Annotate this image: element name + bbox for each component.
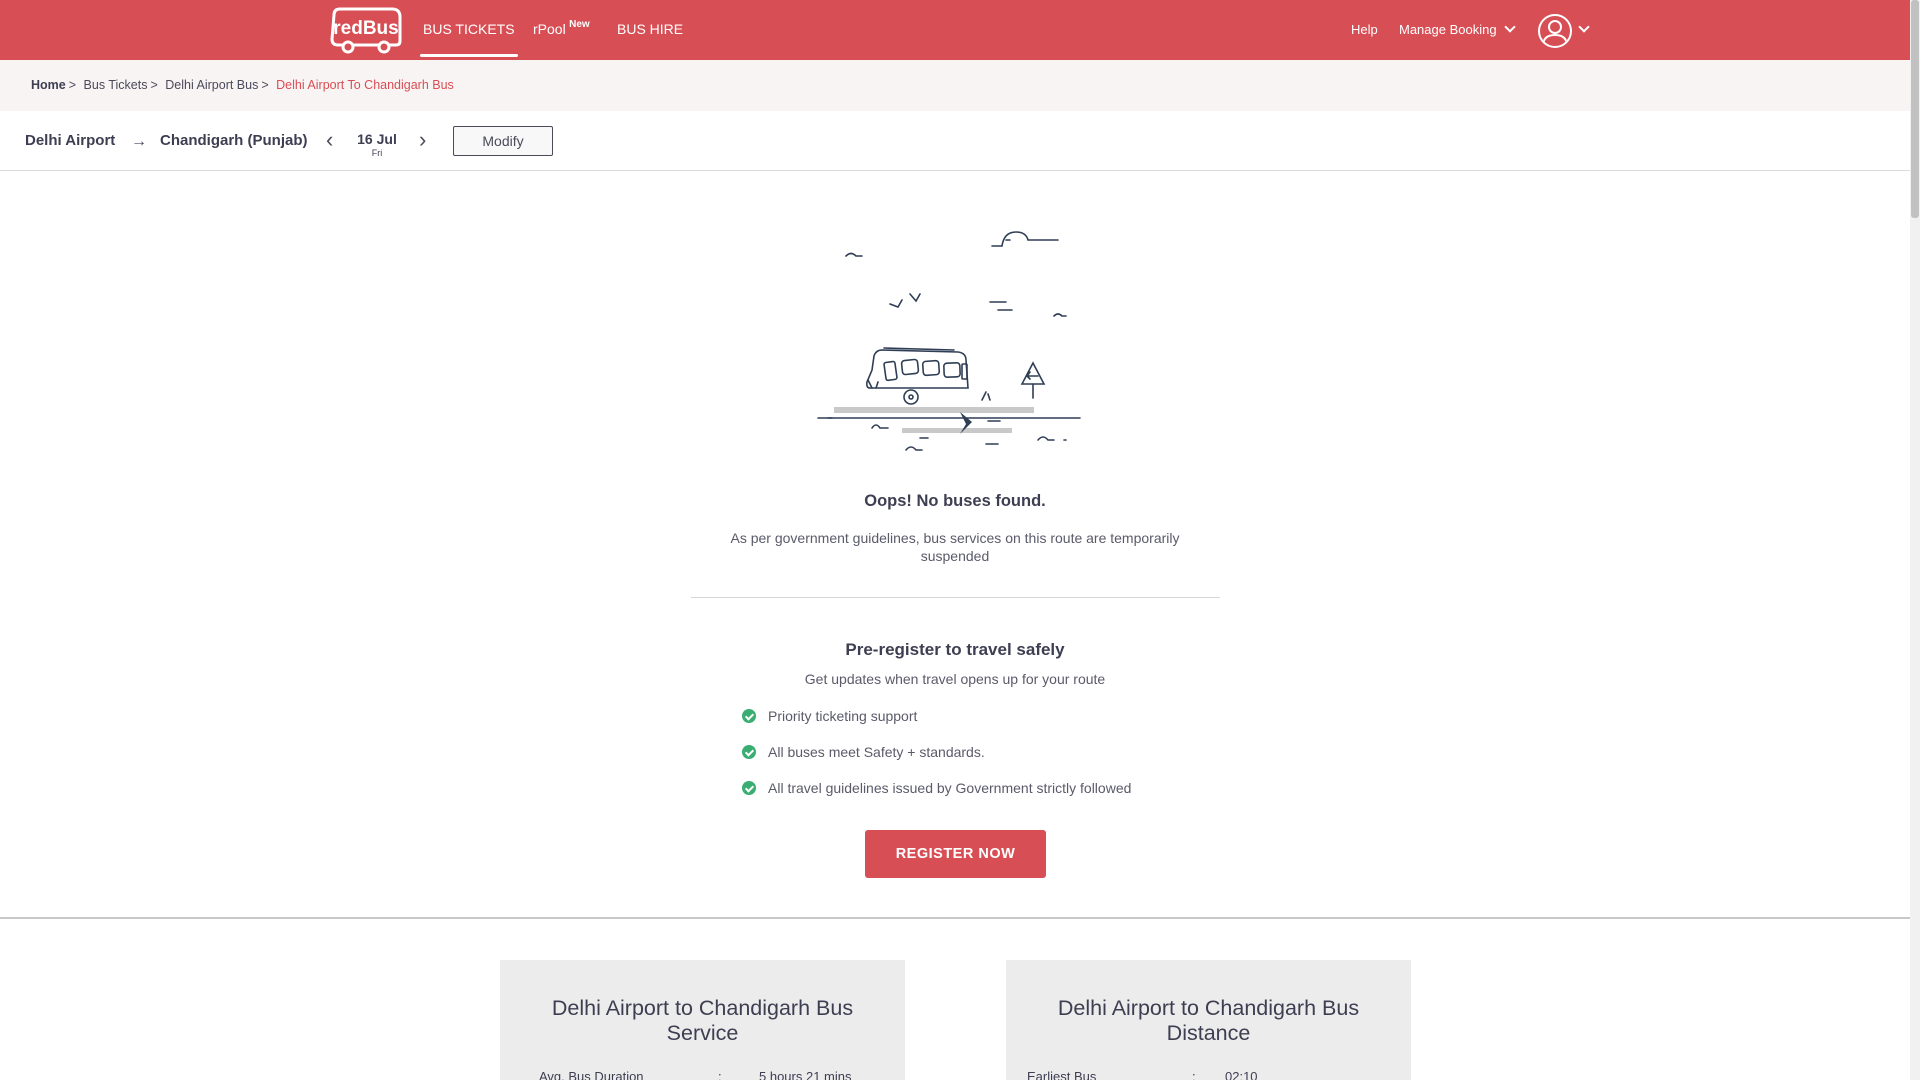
section-divider <box>691 597 1220 598</box>
breadcrumb: Home > Bus Tickets > Delhi Airport Bus > De… <box>31 78 454 92</box>
info-card-service: Delhi Airport to Chandigarh Bus Service … <box>500 960 905 1080</box>
nav-rpool[interactable]: rPool New <box>533 0 590 60</box>
card-title: Delhi Airport to Chandigarh Bus Distance <box>1057 996 1360 1045</box>
empty-state-title: Oops! No buses found. <box>864 492 1046 510</box>
card-row-label: Avg. Bus Duration <box>539 1069 644 1080</box>
profile-icon[interactable] <box>1538 14 1572 48</box>
help-link[interactable]: Help <box>1351 0 1378 60</box>
arrow-right-icon: → <box>131 133 147 150</box>
new-badge: New <box>569 19 590 30</box>
user-silhouette <box>1542 20 1568 46</box>
nav-rpool-label: rPool <box>533 21 566 37</box>
destination-city[interactable]: Chandigarh (Punjab) <box>160 132 308 149</box>
breadcrumb-separator: > <box>68 78 77 92</box>
card-row-value: 02:10 <box>1225 1069 1258 1080</box>
benefit-text: Priority ticketing support <box>768 708 918 724</box>
breadcrumb-home[interactable]: Home <box>31 78 66 92</box>
check-circle-icon <box>742 709 756 723</box>
prev-date-icon[interactable]: ‹ <box>326 129 333 151</box>
logo-text: redBus <box>333 18 398 39</box>
card-row-separator: : <box>718 1069 722 1080</box>
breadcrumb-bar: Home > Bus Tickets > Delhi Airport Bus > De… <box>0 60 1910 111</box>
chevron-down-icon <box>1578 21 1590 33</box>
card-row-separator: : <box>1192 1069 1196 1080</box>
card-title: Delhi Airport to Chandigarh Bus Service <box>551 996 854 1045</box>
breadcrumb-route-city[interactable]: Delhi Airport Bus <box>165 78 258 92</box>
check-circle-icon <box>742 745 756 759</box>
benefit-text: All travel guidelines issued by Governme… <box>768 780 1132 796</box>
breadcrumb-separator: > <box>261 78 269 92</box>
modify-button[interactable]: Modify <box>453 126 553 156</box>
info-card-distance: Delhi Airport to Chandigarh Bus Distance… <box>1006 960 1411 1080</box>
weekday-label: Fri <box>371 148 383 158</box>
travel-date[interactable]: 16 Jul Fri <box>357 131 397 158</box>
check-circle-icon <box>742 781 756 795</box>
page-divider <box>0 917 1910 919</box>
card-row-value: 5 hours 21 mins <box>759 1069 852 1080</box>
benefit-text: All buses meet Safety + standards. <box>768 744 985 760</box>
nav-bus-hire[interactable]: BUS HIRE <box>617 0 683 60</box>
manage-booking-label: Manage Booking <box>1399 22 1497 37</box>
preregister-title: Pre-register to travel safely <box>845 640 1065 659</box>
empty-state-message: As per government guidelines, bus servic… <box>730 530 1180 564</box>
date-label: 16 Jul <box>357 131 397 147</box>
manage-booking-menu[interactable]: Manage Booking <box>1399 0 1516 60</box>
breadcrumb-current: Delhi Airport To Chandigarh Bus <box>276 78 454 92</box>
breadcrumb-separator: > <box>150 78 158 92</box>
chevron-down-icon <box>1503 21 1516 33</box>
redbus-logo[interactable]: redBus <box>326 5 404 55</box>
nav-bus-tickets[interactable]: BUS TICKETS <box>420 0 518 60</box>
top-navbar: redBus BUS TICKETS rPool New BUS HIRE He… <box>0 0 1910 60</box>
profile-menu-toggle[interactable] <box>1578 0 1590 60</box>
scrollbar-thumb[interactable] <box>1911 0 1919 218</box>
search-summary: Delhi Airport → Chandigarh (Punjab) ‹ 16… <box>0 111 1910 171</box>
card-row-label: Earliest Bus <box>1027 1069 1097 1080</box>
preregister-subtitle: Get updates when travel opens up for you… <box>804 671 1106 687</box>
next-date-icon[interactable]: › <box>419 129 426 151</box>
source-city[interactable]: Delhi Airport <box>25 132 115 149</box>
register-now-button[interactable]: REGISTER NOW <box>865 830 1046 878</box>
no-bus-illustration <box>817 231 1081 451</box>
breadcrumb-bus-tickets[interactable]: Bus Tickets <box>84 78 148 92</box>
